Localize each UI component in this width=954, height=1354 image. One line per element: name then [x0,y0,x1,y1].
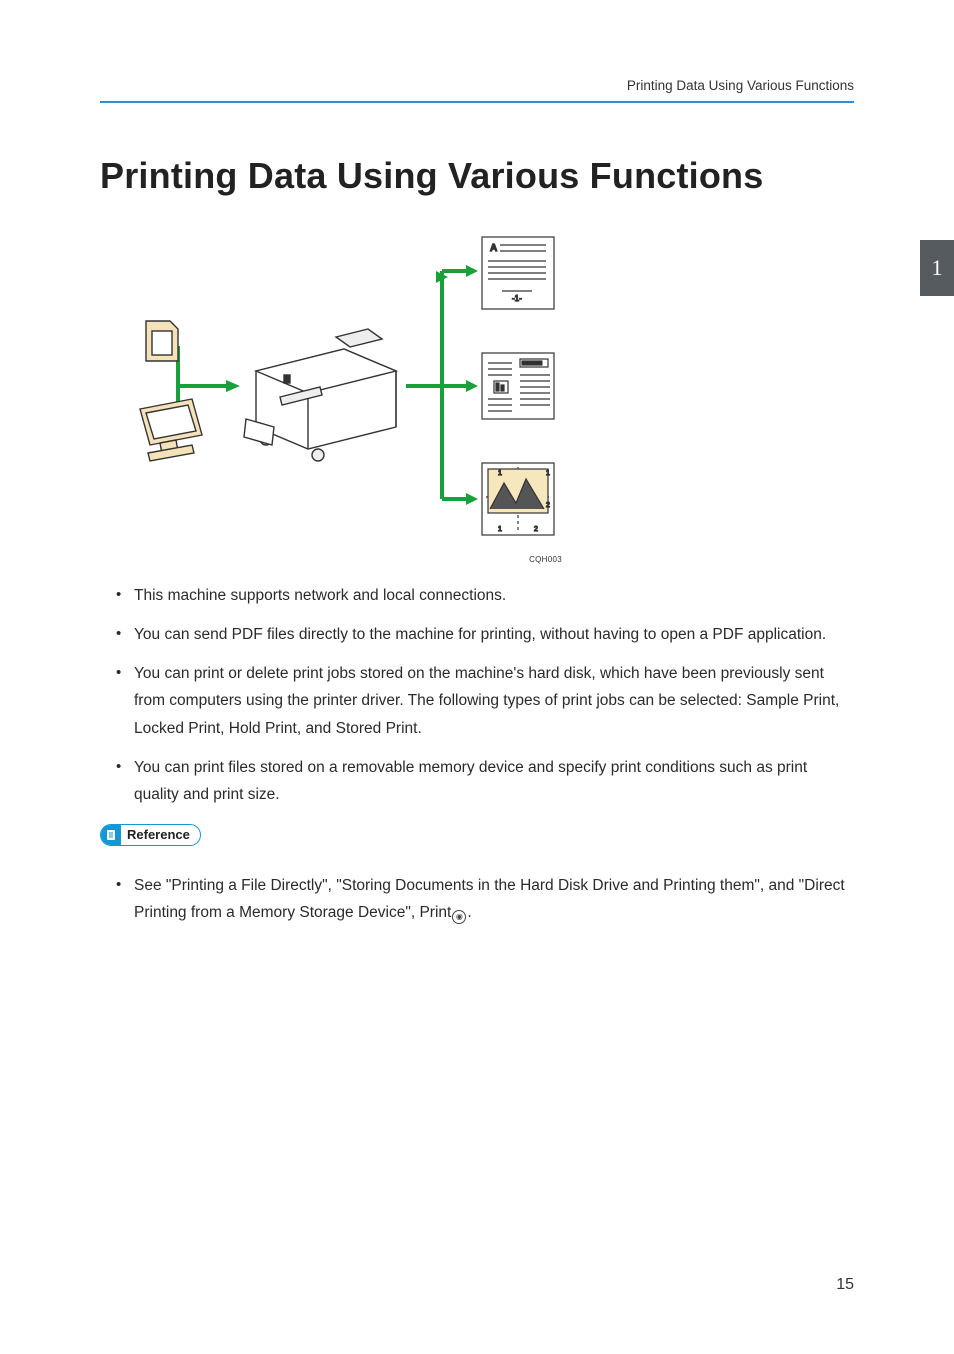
list-item: This machine supports network and local … [100,582,854,609]
figure: A -1- [106,231,562,564]
svg-text:2: 2 [546,502,550,509]
list-item: You can send PDF files directly to the m… [100,621,854,648]
reference-label: Reference [127,827,190,842]
reference-icon [101,824,121,846]
output-document-c: 1 2 1 1 2 [482,463,554,535]
svg-text:1: 1 [546,470,550,477]
running-header: Printing Data Using Various Functions [100,78,854,103]
sd-card-icon [146,321,178,361]
list-item: See "Printing a File Directly", "Storing… [100,872,854,926]
svg-text:2: 2 [534,526,538,533]
section-tab: 1 [920,240,954,296]
running-title-text: Printing Data Using Various Functions [627,78,854,93]
section-number: 1 [932,255,943,281]
figure-caption: CQH003 [106,555,562,564]
reference-list: See "Printing a File Directly", "Storing… [100,872,854,926]
reference-badge: Reference [100,824,201,846]
doc-a-label: A [490,243,497,254]
feature-list: This machine supports network and local … [100,582,854,808]
svg-text:1: 1 [498,470,502,477]
svg-text:1: 1 [498,526,502,533]
list-item: You can print files stored on a removabl… [100,754,854,808]
diagram-illustration: A -1- [106,231,562,551]
output-document-a: A -1- [482,237,554,309]
reference-suffix: . [467,904,471,921]
disc-icon: ◉ [452,910,466,924]
list-item: You can print or delete print jobs store… [100,660,854,741]
doc-a-page: -1- [512,294,522,303]
page-number: 15 [836,1276,854,1294]
output-document-b [482,353,554,419]
reference-text: See "Printing a File Directly", "Storing… [134,877,845,921]
page-title: Printing Data Using Various Functions [100,155,854,197]
